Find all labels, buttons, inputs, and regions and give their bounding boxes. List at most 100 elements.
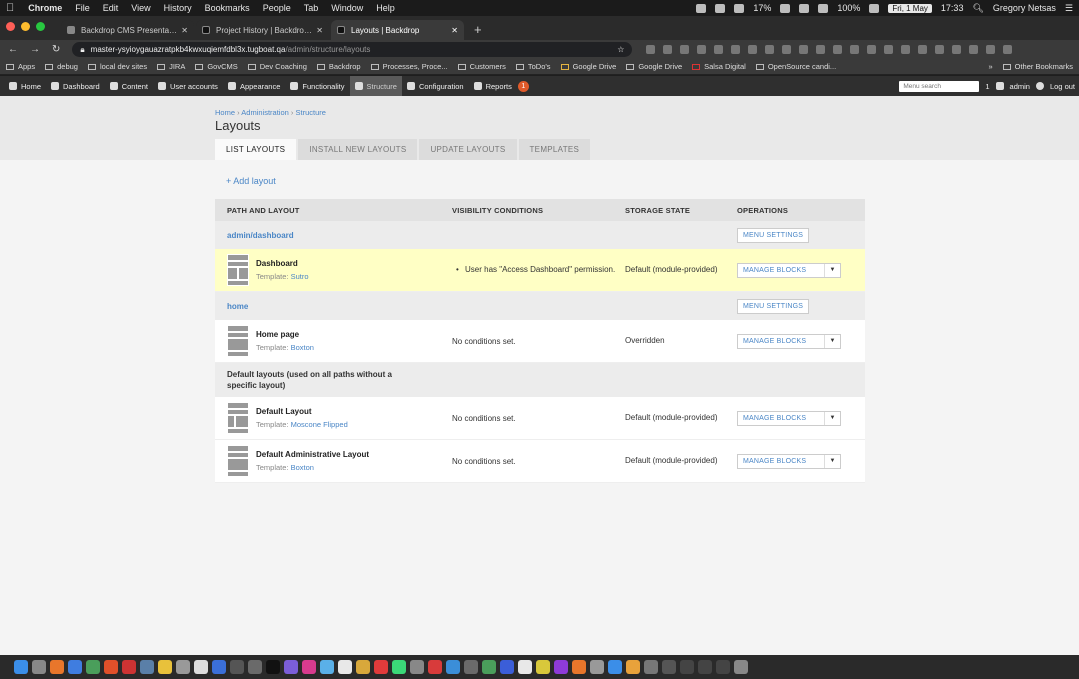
app-icon[interactable]: [302, 660, 316, 674]
menu-people[interactable]: People: [263, 3, 291, 13]
app-icon[interactable]: [320, 660, 334, 674]
admin-username[interactable]: admin: [1010, 82, 1030, 91]
app-icon[interactable]: [446, 660, 460, 674]
app-icon[interactable]: [698, 660, 712, 674]
clock-time[interactable]: 17:33: [941, 3, 964, 13]
menu-bookmarks[interactable]: Bookmarks: [205, 3, 250, 13]
extension-icon[interactable]: [901, 45, 911, 54]
address-bar[interactable]: 🔒︎ master-ysyioygauazratpkb4kwxuqiemfdbl…: [72, 42, 633, 57]
app-icon[interactable]: [122, 660, 136, 674]
extension-icon[interactable]: [867, 45, 877, 54]
template-link[interactable]: Sutro: [291, 272, 309, 281]
launchpad-icon[interactable]: [32, 660, 46, 674]
app-icon[interactable]: [536, 660, 550, 674]
bookmark-folder[interactable]: JIRA: [157, 62, 185, 71]
manage-blocks-button[interactable]: MANAGE BLOCKS: [738, 267, 824, 274]
chrome-icon[interactable]: [86, 660, 100, 674]
extension-icon[interactable]: [714, 45, 724, 54]
dropdown-arrow-icon[interactable]: ▼: [824, 263, 840, 277]
extension-icon[interactable]: [969, 45, 979, 54]
bookmark-link[interactable]: Salsa Digital: [692, 62, 746, 71]
bookmark-link[interactable]: Google Drive: [560, 62, 616, 71]
control-center-icon[interactable]: ☰: [1065, 3, 1073, 14]
path-link[interactable]: admin/dashboard: [227, 231, 294, 240]
filezilla-icon[interactable]: [374, 660, 388, 674]
app-icon[interactable]: [716, 660, 730, 674]
menu-tab[interactable]: Tab: [304, 3, 319, 13]
app-icon[interactable]: [464, 660, 478, 674]
admin-content[interactable]: Content: [105, 76, 153, 96]
online-users-count[interactable]: 1: [985, 82, 989, 91]
app-icon[interactable]: [518, 660, 532, 674]
breadcrumb-home[interactable]: Home: [215, 108, 235, 117]
extension-icon[interactable]: [680, 45, 690, 54]
dropdown-arrow-icon[interactable]: ▼: [824, 411, 840, 425]
reload-icon[interactable]: ↻: [52, 44, 60, 55]
app-icon[interactable]: [482, 660, 496, 674]
bluetooth-icon[interactable]: [799, 3, 810, 13]
extension-icon[interactable]: [935, 45, 945, 54]
extension-icon[interactable]: [1003, 45, 1013, 54]
browser-tab-active[interactable]: Layouts | Backdrop ✕: [331, 20, 464, 40]
user-name[interactable]: Gregory Netsas: [993, 3, 1056, 13]
app-icon[interactable]: [680, 660, 694, 674]
app-icon[interactable]: [230, 660, 244, 674]
app-icon[interactable]: [158, 660, 172, 674]
bookmark-folder[interactable]: Customers: [457, 62, 506, 71]
extension-icon[interactable]: [748, 45, 758, 54]
app-icon[interactable]: [194, 660, 208, 674]
menu-settings-button[interactable]: MENU SETTINGS: [737, 227, 810, 243]
help-icon[interactable]: [644, 660, 658, 674]
path-link[interactable]: home: [227, 302, 248, 311]
admin-structure[interactable]: Structure: [349, 76, 402, 96]
brave-icon[interactable]: [104, 660, 118, 674]
browser-tab[interactable]: Backdrop CMS Presentations | ✕: [61, 20, 194, 40]
template-link[interactable]: Moscone Flipped: [291, 420, 348, 429]
tab-install-new-layouts[interactable]: INSTALL NEW LAYOUTS: [298, 139, 418, 160]
app-icon[interactable]: [212, 660, 226, 674]
menu-chrome[interactable]: Chrome: [28, 3, 62, 13]
extension-icon[interactable]: [918, 45, 928, 54]
extension-icon[interactable]: [782, 45, 792, 54]
app-icon[interactable]: [140, 660, 154, 674]
app-icon[interactable]: [626, 660, 640, 674]
breadcrumb-administration[interactable]: Administration: [241, 108, 289, 117]
forward-icon[interactable]: →: [30, 44, 40, 55]
admin-dashboard[interactable]: Dashboard: [46, 76, 105, 96]
notification-badge[interactable]: 1: [517, 80, 529, 92]
dropbox-icon[interactable]: [696, 3, 707, 13]
browser-tab[interactable]: Project History | Backdrop CMS ✕: [196, 20, 329, 40]
bookmark-apps[interactable]: Apps: [6, 62, 35, 71]
cpu-meter-icon[interactable]: [734, 3, 745, 13]
extension-icon[interactable]: [646, 45, 656, 54]
extension-icon[interactable]: [833, 45, 843, 54]
manage-blocks-button[interactable]: MANAGE BLOCKS: [738, 338, 824, 345]
extension-icon[interactable]: [765, 45, 775, 54]
menu-settings-button[interactable]: MENU SETTINGS: [737, 298, 810, 314]
menu-view[interactable]: View: [131, 3, 150, 13]
app-icon[interactable]: [554, 660, 568, 674]
app-icon[interactable]: [410, 660, 424, 674]
apple-menu-icon[interactable]: : [6, 2, 14, 14]
extension-icon[interactable]: [850, 45, 860, 54]
admin-home[interactable]: Home: [4, 76, 46, 96]
bookmark-folder[interactable]: debug: [45, 62, 78, 71]
bookmark-folder[interactable]: Dev Coaching: [247, 62, 307, 71]
users-online-icon[interactable]: [995, 82, 1004, 90]
spotlight-icon[interactable]: 🔍︎: [972, 3, 983, 14]
close-window-icon[interactable]: [6, 21, 15, 31]
admin-functionality[interactable]: Functionality: [285, 76, 349, 96]
extension-icon[interactable]: [799, 45, 809, 54]
app-icon[interactable]: [392, 660, 406, 674]
app-icon[interactable]: [500, 660, 514, 674]
bookmark-folder[interactable]: Processes, Proce...: [370, 62, 448, 71]
bookmark-link[interactable]: OpenSource candi...: [755, 62, 836, 71]
app-icon[interactable]: [356, 660, 370, 674]
lock-icon[interactable]: 🔒︎: [80, 45, 84, 55]
tab-list-layouts[interactable]: LIST LAYOUTS: [215, 139, 297, 160]
user-avatar-icon[interactable]: [1035, 82, 1044, 90]
app-icon[interactable]: [338, 660, 352, 674]
app-icon[interactable]: [428, 660, 442, 674]
extension-icon[interactable]: [986, 45, 996, 54]
tab-update-layouts[interactable]: UPDATE LAYOUTS: [419, 139, 517, 160]
